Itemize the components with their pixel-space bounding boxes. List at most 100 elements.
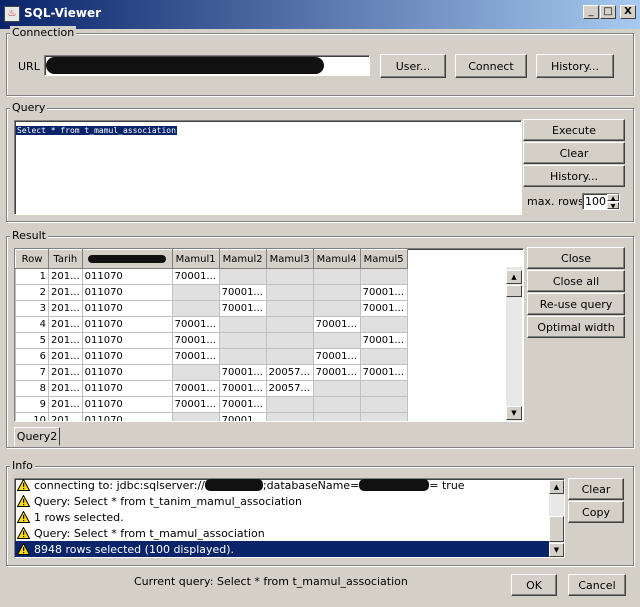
maximize-button[interactable]: □ [600,5,616,19]
table-cell[interactable]: 011070 [81,316,173,333]
info-clear-button[interactable]: Clear [568,478,624,500]
spinner-up-icon[interactable]: ▲ [607,194,619,202]
table-cell[interactable]: 201... [48,380,83,397]
table-cell[interactable]: 7 [15,364,49,381]
table-row[interactable]: 10 201... 011070 70001... [15,412,408,421]
table-cell[interactable] [171,364,220,381]
spinner-down-icon[interactable]: ▼ [607,202,619,210]
table-cell[interactable]: 70001... [218,396,267,413]
table-cell[interactable] [359,348,408,365]
table-cell[interactable]: 70001... [171,396,220,413]
column-header-mamul5[interactable]: Mamul5 [359,249,408,269]
table-cell[interactable]: 70001... [359,300,408,317]
table-cell[interactable] [312,300,361,317]
query-history-button[interactable]: History... [523,165,625,187]
table-cell[interactable]: 011070 [81,412,173,421]
table-cell[interactable]: 5 [15,332,49,349]
column-header-mamul1[interactable]: Mamul1 [171,249,220,269]
column-header-mamul4[interactable]: Mamul4 [312,249,361,269]
close-all-button[interactable]: Close all [527,270,625,292]
scroll-thumb[interactable] [506,285,522,297]
info-copy-button[interactable]: Copy [568,501,624,523]
table-row[interactable]: 6 201... 011070 70001... 70001... [15,348,408,365]
table-row[interactable]: 2 201... 011070 70001... 70001... [15,284,408,301]
table-cell[interactable] [359,380,408,397]
scroll-up-icon[interactable]: ▲ [506,270,522,284]
table-cell[interactable]: 70001... [359,332,408,349]
table-cell[interactable] [312,284,361,301]
table-cell[interactable]: 10 [15,412,49,421]
info-message-selected[interactable]: 8948 rows selected (100 displayed). [15,541,550,557]
table-cell[interactable]: 011070 [81,300,173,317]
table-cell[interactable]: 70001... [312,316,361,333]
user-button[interactable]: User... [380,54,446,78]
table-cell[interactable]: 70001... [218,380,267,397]
table-row[interactable]: 5 201... 011070 70001... 70001... [15,332,408,349]
optimal-width-button[interactable]: Optimal width [527,316,625,338]
table-cell[interactable] [312,412,361,421]
table-cell[interactable] [359,412,408,421]
table-cell[interactable]: 2 [15,284,49,301]
table-cell[interactable]: 011070 [81,396,173,413]
cancel-button[interactable]: Cancel [568,574,626,596]
table-cell[interactable]: 70001... [312,364,361,381]
table-cell[interactable]: 70001... [171,268,220,285]
info-log-list[interactable]: connecting to: jdbc:sqlserver:// ;databa… [14,478,565,558]
table-cell[interactable]: 70001... [359,284,408,301]
table-cell[interactable]: 20057... [265,364,314,381]
column-header-mamul2[interactable]: Mamul2 [218,249,267,269]
column-header-mamul3[interactable]: Mamul3 [265,249,314,269]
table-cell[interactable] [265,332,314,349]
close-result-button[interactable]: Close [527,247,625,269]
column-header-redacted[interactable] [81,249,173,269]
table-cell[interactable]: 20057... [265,380,314,397]
table-cell[interactable] [218,268,267,285]
table-cell[interactable]: 6 [15,348,49,365]
table-cell[interactable]: 1 [15,268,49,285]
table-cell[interactable] [312,380,361,397]
table-row[interactable]: 3 201... 011070 70001... 70001... [15,300,408,317]
table-row[interactable]: 9 201... 011070 70001... 70001... [15,396,408,413]
table-cell[interactable]: 201... [48,316,83,333]
table-cell[interactable] [359,396,408,413]
column-header-tarih[interactable]: Tarih [48,249,83,269]
table-cell[interactable]: 3 [15,300,49,317]
table-cell[interactable]: 201... [48,332,83,349]
table-row[interactable]: 7 201... 011070 70001... 20057... 70001... 700… [15,364,408,381]
table-cell[interactable]: 4 [15,316,49,333]
table-cell[interactable]: 201... [48,364,83,381]
java-cup-icon[interactable]: ♨ [4,6,20,22]
tab-query2[interactable]: Query2 [14,427,60,446]
table-cell[interactable] [265,268,314,285]
table-cell[interactable] [265,396,314,413]
ok-button[interactable]: OK [511,574,557,596]
table-cell[interactable] [265,316,314,333]
table-cell[interactable]: 8 [15,380,49,397]
table-cell[interactable]: 201... [48,412,83,421]
table-cell[interactable]: 70001... [359,364,408,381]
info-scroll-down-icon[interactable]: ▼ [549,543,564,557]
column-header-row[interactable]: Row [15,249,49,269]
table-cell[interactable] [218,348,267,365]
connect-button[interactable]: Connect [455,54,527,78]
table-cell[interactable]: 011070 [81,364,173,381]
table-cell[interactable] [265,412,314,421]
connection-history-button[interactable]: History... [536,54,614,78]
table-cell[interactable]: 9 [15,396,49,413]
table-cell[interactable]: 70001... [171,332,220,349]
table-cell[interactable] [171,412,220,421]
table-cell[interactable]: 201... [48,268,83,285]
table-row[interactable]: 8 201... 011070 70001... 70001... 20057... [15,380,408,397]
table-cell[interactable] [359,268,408,285]
table-cell[interactable]: 011070 [81,284,173,301]
reuse-query-button[interactable]: Re-use query [527,293,625,315]
table-row[interactable]: 1 201... 011070 70001... [15,268,408,285]
minimize-button[interactable]: _ [583,5,599,19]
table-cell[interactable] [265,348,314,365]
table-cell[interactable] [218,332,267,349]
table-cell[interactable]: 201... [48,284,83,301]
table-cell[interactable] [171,284,220,301]
table-cell[interactable] [265,300,314,317]
table-cell[interactable] [265,284,314,301]
table-row[interactable]: 4 201... 011070 70001... 70001... [15,316,408,333]
